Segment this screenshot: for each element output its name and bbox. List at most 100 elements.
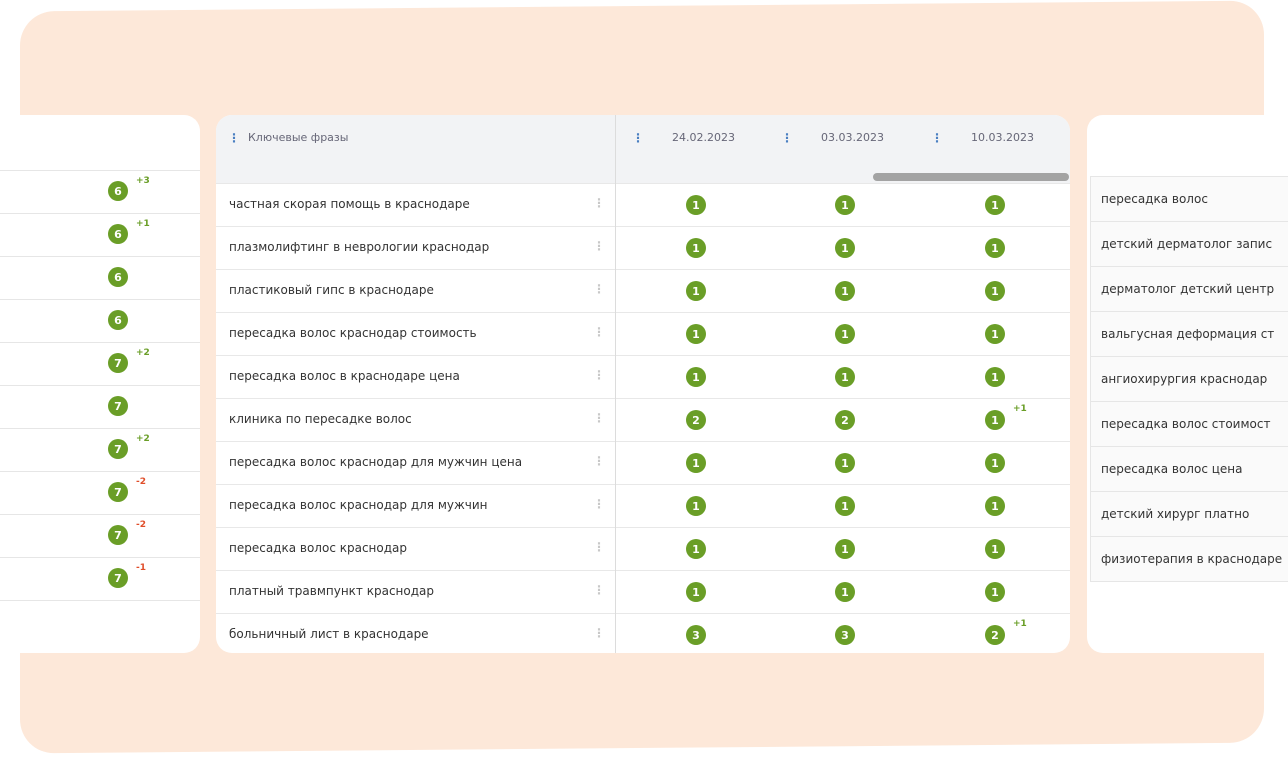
row-menu-icon[interactable]: ⋮ <box>593 454 605 468</box>
position-change: +1 <box>136 219 150 229</box>
keyword-phrase: платный травмпункт краснодар <box>229 584 434 598</box>
position-badge: 1 <box>835 195 855 215</box>
table-row[interactable]: платный травмпункт краснодар ⋮ 1 1 1 <box>216 570 1070 613</box>
keyword-phrase: пересадка волос краснодар <box>229 541 408 555</box>
position-change: -2 <box>136 477 146 487</box>
position-badge: 1 <box>835 281 855 301</box>
table-row[interactable]: частная скорая помощь в краснодаре ⋮ 1 1 1 <box>216 183 1070 226</box>
table-row: 6 +1 <box>0 213 200 256</box>
position-badge: 6 <box>108 310 128 330</box>
row-menu-icon[interactable]: ⋮ <box>593 368 605 382</box>
keyword-list-item[interactable]: детский хирург платно <box>1090 491 1288 536</box>
date-header-label: 03.03.2023 <box>821 131 884 144</box>
row-menu-icon[interactable]: ⋮ <box>593 540 605 554</box>
table-row: 7 -2 <box>0 471 200 514</box>
date-column-header-2[interactable]: ⋮ 03.03.2023 <box>781 131 884 144</box>
position-badge: 1 <box>835 496 855 516</box>
position-change: +1 <box>1013 404 1027 414</box>
keyword-phrase: пересадка волос в краснодаре цена <box>229 369 460 383</box>
left-card-header <box>0 115 200 170</box>
position-badge: 3 <box>686 625 706 645</box>
keyword-list-item[interactable]: вальгусная деформация ст <box>1090 311 1288 356</box>
row-menu-icon[interactable]: ⋮ <box>593 583 605 597</box>
position-badge: 1 <box>835 539 855 559</box>
position-change: +2 <box>136 348 150 358</box>
position-badge: 1 <box>985 539 1005 559</box>
table-row: 7 <box>0 385 200 428</box>
position-badge: 1 <box>985 238 1005 258</box>
table-row[interactable]: пересадка волос краснодар для мужчин цен… <box>216 441 1070 484</box>
position-badge: 1 <box>835 367 855 387</box>
position-badge: 1 <box>985 453 1005 473</box>
column-menu-icon[interactable]: ⋮ <box>781 132 793 144</box>
keyword-phrase: частная скорая помощь в краснодаре <box>229 197 470 211</box>
keyword-list-item[interactable]: дерматолог детский центр <box>1090 266 1288 311</box>
position-badge: 1 <box>686 367 706 387</box>
right-keywords-card: пересадка волос детский дерматолог запис д… <box>1087 115 1288 653</box>
table-row[interactable]: пересадка волос краснодар для мужчин ⋮ 1 1 1 <box>216 484 1070 527</box>
row-menu-icon[interactable]: ⋮ <box>593 282 605 296</box>
position-badge: 1 <box>835 582 855 602</box>
table-row[interactable]: пересадка волос в краснодаре цена ⋮ 1 1 1 <box>216 355 1070 398</box>
table-header: ⋮ Ключевые фразы ⋮ 24.02.2023 ⋮ 03.03.20… <box>216 115 1070 183</box>
position-badge: 2 <box>835 410 855 430</box>
position-badge: 2 <box>686 410 706 430</box>
date-column-header-3[interactable]: ⋮ 10.03.2023 <box>931 131 1034 144</box>
keyword-list-item[interactable]: физиотерапия в краснодаре <box>1090 536 1288 582</box>
table-row: 6 <box>0 256 200 299</box>
table-row: 7 -1 <box>0 557 200 601</box>
keyword-phrase: пересадка волос краснодар для мужчин цен… <box>229 455 523 469</box>
column-menu-icon[interactable]: ⋮ <box>632 132 644 144</box>
position-change: -2 <box>136 520 146 530</box>
row-menu-icon[interactable]: ⋮ <box>593 411 605 425</box>
position-badge: 7 <box>108 353 128 373</box>
row-menu-icon[interactable]: ⋮ <box>593 325 605 339</box>
position-badge: 1 <box>835 238 855 258</box>
column-menu-icon[interactable]: ⋮ <box>931 132 943 144</box>
position-badge: 6 <box>108 181 128 201</box>
table-row: 7 +2 <box>0 342 200 385</box>
position-badge: 1 <box>835 324 855 344</box>
date-column-header-1[interactable]: ⋮ 24.02.2023 <box>632 131 735 144</box>
position-badge: 1 <box>686 324 706 344</box>
row-menu-icon[interactable]: ⋮ <box>593 626 605 640</box>
keyword-phrase: больничный лист в краснодаре <box>229 627 429 641</box>
date-header-label: 24.02.2023 <box>672 131 735 144</box>
position-badge: 2 <box>985 625 1005 645</box>
keyword-phrase: клиника по пересадке волос <box>229 412 412 426</box>
keyword-column-header[interactable]: ⋮ Ключевые фразы <box>228 131 348 144</box>
position-badge: 1 <box>985 496 1005 516</box>
position-badge: 6 <box>108 267 128 287</box>
keyword-list-item[interactable]: пересадка волос <box>1090 176 1288 221</box>
table-row: 7 -2 <box>0 514 200 557</box>
keyword-list-item[interactable]: пересадка волос стоимост <box>1090 401 1288 446</box>
keyword-list-item[interactable]: пересадка волос цена <box>1090 446 1288 491</box>
row-menu-icon[interactable]: ⋮ <box>593 497 605 511</box>
position-badge: 1 <box>985 410 1005 430</box>
keyword-phrase: пересадка волос краснодар для мужчин <box>229 498 488 512</box>
row-menu-icon[interactable]: ⋮ <box>593 239 605 253</box>
table-row[interactable]: клиника по пересадке волос ⋮ 2 2 1 +1 <box>216 398 1070 441</box>
table-row[interactable]: пересадка волос краснодар стоимость ⋮ 1 1 1 <box>216 312 1070 355</box>
column-menu-icon[interactable]: ⋮ <box>228 132 240 144</box>
table-row[interactable]: плазмолифтинг в неврологии краснодар ⋮ 1 1 1 <box>216 226 1070 269</box>
position-badge: 1 <box>985 281 1005 301</box>
position-badge: 1 <box>686 195 706 215</box>
table-row[interactable]: больничный лист в краснодаре ⋮ 3 3 2 +1 <box>216 613 1070 653</box>
left-rows: 6 +3 6 +1 6 6 7 +2 7 7 +2 7 -2 7 -2 7 -1 <box>0 170 200 601</box>
position-badge: 1 <box>686 539 706 559</box>
keyword-list-item[interactable]: ангиохирургия краснодар <box>1090 356 1288 401</box>
position-badge: 7 <box>108 568 128 588</box>
table-row[interactable]: пластиковый гипс в краснодаре ⋮ 1 1 1 <box>216 269 1070 312</box>
table-row: 6 +3 <box>0 170 200 213</box>
position-badge: 1 <box>835 453 855 473</box>
table-row: 7 +2 <box>0 428 200 471</box>
column-divider <box>615 115 616 653</box>
table-row[interactable]: пересадка волос краснодар ⋮ 1 1 1 <box>216 527 1070 570</box>
position-badge: 1 <box>985 324 1005 344</box>
keyword-list-item[interactable]: детский дерматолог запис <box>1090 221 1288 266</box>
horizontal-scrollbar[interactable] <box>873 173 1069 181</box>
row-menu-icon[interactable]: ⋮ <box>593 196 605 210</box>
table-row: 6 <box>0 299 200 342</box>
position-change: +1 <box>1013 619 1027 629</box>
